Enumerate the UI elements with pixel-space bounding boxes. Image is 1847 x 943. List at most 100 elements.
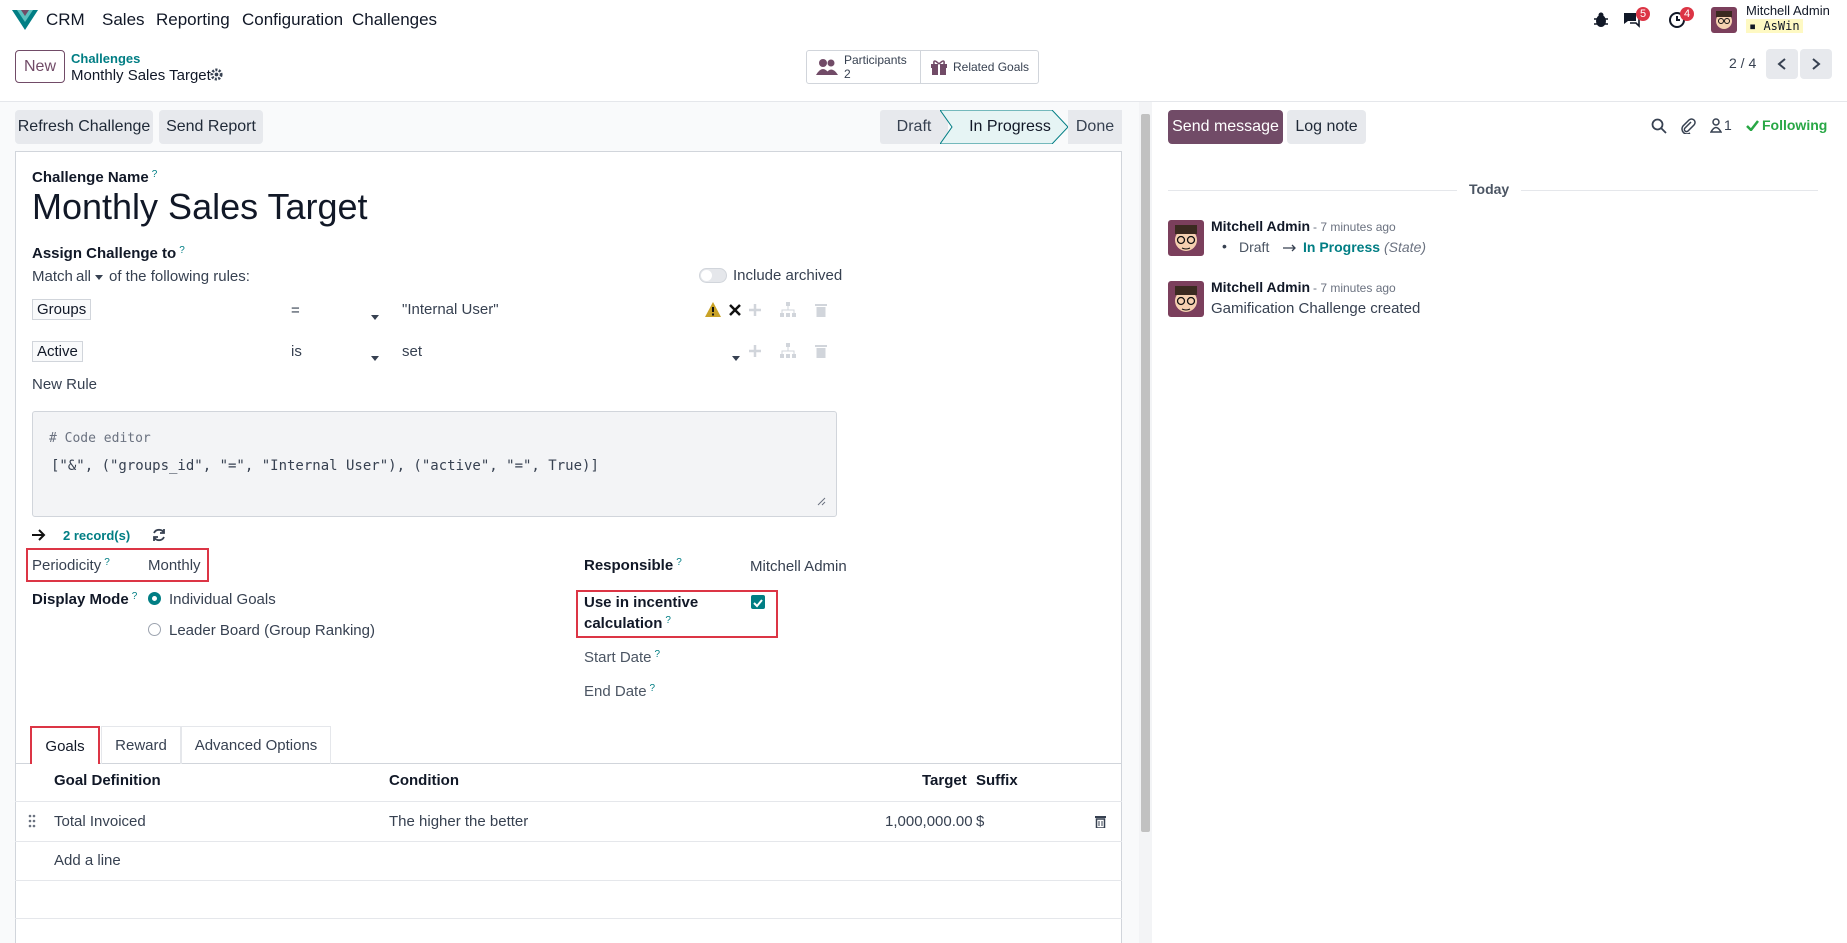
status-in-progress[interactable]: In Progress [955, 110, 1065, 144]
column-goal-definition[interactable]: Goal Definition [54, 772, 161, 789]
trash-icon[interactable] [815, 302, 827, 317]
incentive-label-line2-text: calculation [584, 615, 663, 632]
participants-count: 2 [844, 67, 851, 81]
refresh-icon[interactable] [152, 528, 166, 542]
delete-row-icon[interactable] [1095, 815, 1106, 828]
help-icon[interactable]: ? [179, 245, 185, 256]
value-caret-icon[interactable] [732, 348, 740, 368]
gear-icon[interactable] [210, 68, 223, 81]
participants-smart-button[interactable]: Participants 2 [806, 50, 920, 84]
periodicity-value[interactable]: Monthly [148, 557, 201, 574]
assign-challenge-label: Assign Challenge to? [32, 245, 185, 262]
pager-next-button[interactable] [1800, 49, 1832, 79]
tab-advanced-options[interactable]: Advanced Options [181, 726, 331, 764]
close-icon[interactable] [729, 304, 741, 316]
menu-sales[interactable]: Sales [102, 10, 145, 30]
responsible-value[interactable]: Mitchell Admin [750, 558, 847, 575]
match-suffix: of the following rules: [109, 268, 250, 285]
log-note-button[interactable]: Log note [1287, 110, 1366, 144]
cell-suffix[interactable]: $ [976, 813, 984, 830]
form-scrollbar[interactable] [1139, 102, 1152, 943]
add-branch-icon[interactable] [780, 343, 796, 358]
new-button[interactable]: New [15, 50, 65, 83]
help-icon[interactable]: ? [152, 169, 158, 180]
pager-value[interactable]: 2 / 4 [1729, 55, 1756, 71]
tracking-field: (State) [1384, 239, 1427, 255]
message-author[interactable]: Mitchell Admin [1211, 279, 1310, 295]
cell-target[interactable]: 1,000,000.00 [885, 813, 973, 830]
incentive-checkbox[interactable] [751, 595, 765, 609]
debug-bug-icon[interactable] [1592, 11, 1610, 29]
send-report-button[interactable]: Send Report [159, 110, 263, 144]
records-count-link[interactable]: 2 record(s) [63, 528, 130, 543]
database-name: AsWin [1763, 19, 1800, 33]
menu-reporting[interactable]: Reporting [156, 10, 230, 30]
help-icon[interactable]: ? [132, 591, 138, 602]
user-avatar[interactable] [1711, 7, 1737, 33]
add-line-link[interactable]: Add a line [54, 852, 121, 869]
crm-logo-icon[interactable] [12, 10, 38, 30]
operator-caret-icon[interactable] [371, 348, 379, 368]
refresh-challenge-button[interactable]: Refresh Challenge [15, 110, 153, 144]
scrollbar-thumb[interactable] [1141, 114, 1150, 832]
user-avatar-face-icon [1716, 11, 1732, 29]
option-leader-board[interactable]: Leader Board (Group Ranking) [169, 622, 375, 639]
chevron-right-icon [1812, 58, 1821, 70]
activities-count-badge: 4 [1680, 7, 1695, 21]
trash-icon[interactable] [815, 343, 827, 358]
search-icon[interactable] [1651, 118, 1667, 134]
message-author[interactable]: Mitchell Admin [1211, 218, 1310, 234]
new-rule-link[interactable]: New Rule [32, 376, 97, 393]
pager-previous-button[interactable] [1766, 49, 1798, 79]
add-branch-icon[interactable] [780, 302, 796, 317]
menu-challenges[interactable]: Challenges [352, 10, 437, 30]
help-icon[interactable]: ? [104, 557, 110, 568]
code-editor[interactable]: # Code editor ["&", ("groups_id", "=", "… [32, 411, 837, 517]
column-suffix[interactable]: Suffix [976, 772, 1018, 789]
include-archived-toggle[interactable] [699, 268, 727, 283]
radio-leader-board[interactable] [148, 623, 161, 636]
status-draft[interactable]: Draft [880, 110, 948, 144]
help-icon[interactable]: ? [650, 683, 656, 694]
user-name[interactable]: Mitchell Admin [1746, 3, 1830, 18]
match-selector[interactable]: all [76, 268, 104, 285]
table-row[interactable]: Total Invoiced The higher the better 1,0… [15, 802, 1122, 841]
avatar[interactable] [1168, 220, 1204, 256]
radio-individual-goals[interactable] [148, 592, 161, 605]
resize-handle-icon[interactable] [816, 496, 826, 506]
column-target[interactable]: Target [922, 772, 967, 789]
challenge-name-field[interactable]: Monthly Sales Target [32, 186, 368, 228]
drag-handle-icon[interactable] [28, 814, 36, 828]
help-icon[interactable]: ? [665, 615, 671, 626]
chevron-left-icon [1777, 58, 1786, 70]
rule-field-active[interactable]: Active [32, 341, 83, 362]
following-button[interactable]: Following [1762, 117, 1827, 133]
option-individual-goals[interactable]: Individual Goals [169, 591, 276, 608]
avatar[interactable] [1168, 281, 1204, 317]
tab-goals[interactable]: Goals [30, 726, 100, 764]
add-rule-icon[interactable] [748, 303, 762, 317]
cell-condition[interactable]: The higher the better [389, 813, 528, 830]
help-icon[interactable]: ? [655, 649, 661, 660]
column-condition[interactable]: Condition [389, 772, 459, 789]
rule-operator[interactable]: is [291, 343, 302, 360]
rule-value[interactable]: set [402, 343, 422, 360]
rule-operator[interactable]: = [291, 302, 300, 319]
tracking-old-value: Draft [1239, 239, 1270, 255]
tab-reward[interactable]: Reward [101, 726, 181, 764]
help-icon[interactable]: ? [676, 557, 682, 568]
rule-value[interactable]: "Internal User" [402, 301, 499, 318]
followers-count[interactable]: 1 [1724, 117, 1732, 133]
app-name[interactable]: CRM [46, 10, 85, 30]
related-goals-smart-button[interactable]: Related Goals [921, 50, 1039, 84]
breadcrumb-challenges[interactable]: Challenges [71, 51, 140, 66]
cell-goal-definition[interactable]: Total Invoiced [54, 813, 146, 830]
rule-field-groups[interactable]: Groups [32, 299, 92, 320]
add-rule-icon[interactable] [748, 344, 762, 358]
operator-caret-icon[interactable] [371, 307, 379, 327]
menu-configuration[interactable]: Configuration [242, 10, 343, 30]
paperclip-icon[interactable] [1680, 118, 1696, 134]
status-done[interactable]: Done [1068, 110, 1122, 144]
followers-icon[interactable] [1710, 118, 1722, 133]
send-message-button[interactable]: Send message [1168, 110, 1283, 144]
